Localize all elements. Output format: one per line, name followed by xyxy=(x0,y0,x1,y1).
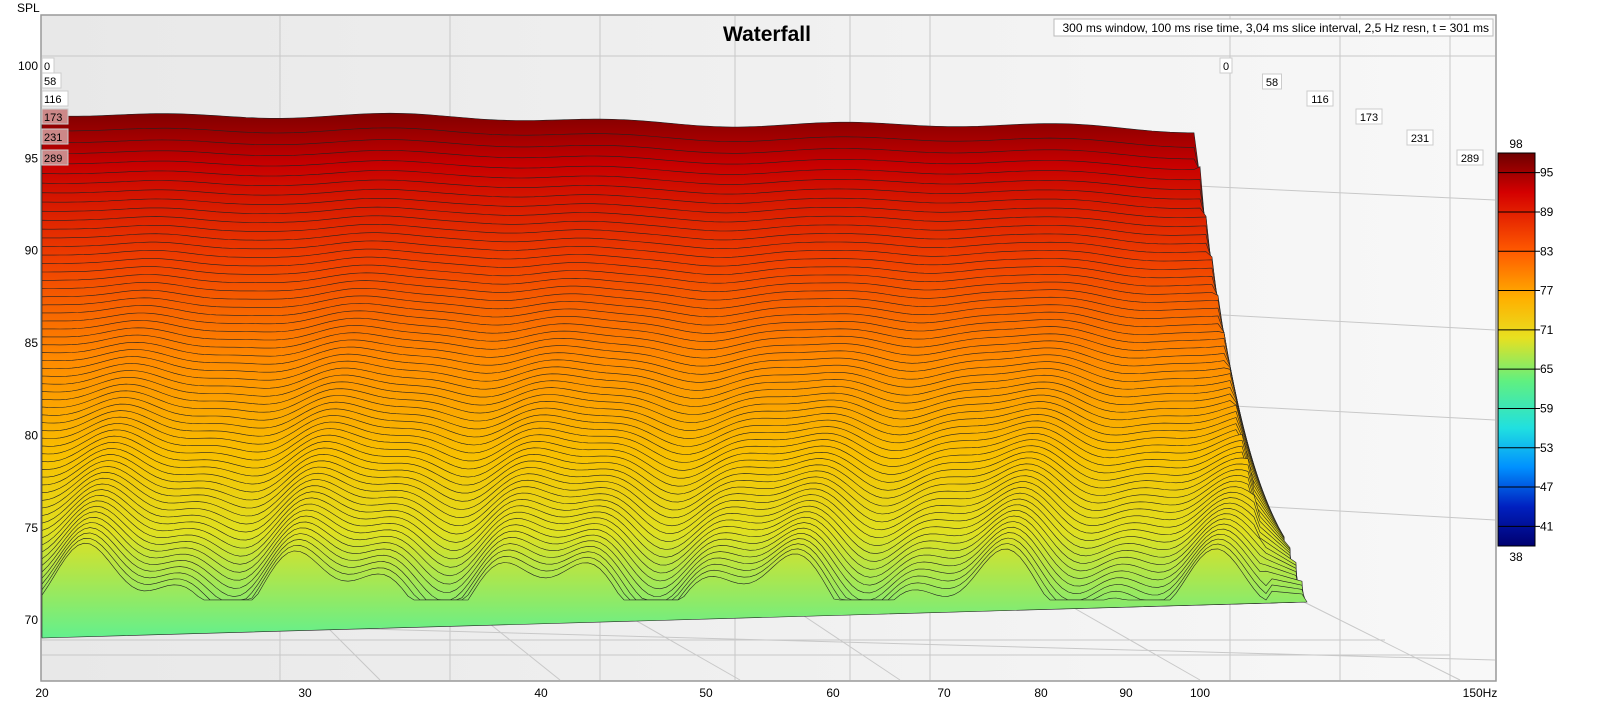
x-tick-label: 30 xyxy=(298,686,312,700)
x-tick-label: 150Hz xyxy=(1463,686,1498,700)
y-axis-ticks: 100 95 90 85 80 75 70 xyxy=(18,59,38,627)
slice-time-label-left: 58 xyxy=(44,76,56,88)
x-axis-ticks: 20 30 40 50 60 70 80 90 100 150Hz xyxy=(35,686,1497,700)
slice-time-label-right: 173 xyxy=(1360,112,1378,124)
chart-subtitle: 300 ms window, 100 ms rise time, 3,04 ms… xyxy=(1062,21,1489,35)
colorbar-tick-label: 47 xyxy=(1540,480,1554,494)
y-tick-label: 85 xyxy=(25,336,39,350)
colorbar-min: 38 xyxy=(1509,550,1523,564)
slice-time-label-right: 289 xyxy=(1461,153,1479,165)
colorbar-tick-label: 65 xyxy=(1540,362,1554,376)
y-tick-label: 80 xyxy=(25,428,39,442)
slice-time-label-right: 116 xyxy=(1311,94,1329,106)
colorbar-tick-label: 59 xyxy=(1540,401,1554,415)
slice-time-label-right: 58 xyxy=(1266,77,1278,89)
waterfall-slices xyxy=(41,112,1308,639)
x-tick-label: 90 xyxy=(1119,686,1133,700)
slice-time-label-right: 0 xyxy=(1223,61,1229,73)
y-tick-label: 95 xyxy=(25,151,39,165)
waterfall-chart: Waterfall 300 ms window, 100 ms rise tim… xyxy=(17,1,1554,700)
colorbar-max: 98 xyxy=(1509,137,1523,151)
y-tick-label: 100 xyxy=(18,59,38,73)
slice-time-label-left: 173 xyxy=(44,112,62,124)
colorbar-tick-label: 71 xyxy=(1540,323,1554,337)
x-tick-label: 100 xyxy=(1190,686,1210,700)
x-tick-label: 40 xyxy=(534,686,548,700)
x-tick-label: 20 xyxy=(35,686,49,700)
chart-title: Waterfall xyxy=(723,23,811,46)
colorbar: 98 38 95 89 83 77 71 65 59 53 47 41 xyxy=(1497,137,1554,564)
x-tick-label: 70 xyxy=(937,686,951,700)
slice-time-label-left: 0 xyxy=(44,61,50,73)
colorbar-tick-label: 89 xyxy=(1540,205,1554,219)
x-tick-label: 80 xyxy=(1034,686,1048,700)
y-tick-label: 70 xyxy=(25,613,39,627)
slice-time-label-left: 116 xyxy=(44,94,62,106)
colorbar-tick-label: 83 xyxy=(1540,244,1554,258)
colorbar-tick-label: 95 xyxy=(1540,166,1554,180)
colorbar-tick-label: 53 xyxy=(1540,441,1554,455)
y-tick-label: 75 xyxy=(25,521,39,535)
colorbar-tick-label: 41 xyxy=(1540,519,1554,533)
x-tick-label: 60 xyxy=(826,686,840,700)
colorbar-tick-label: 77 xyxy=(1540,284,1554,298)
y-tick-label: 90 xyxy=(25,244,39,258)
slice-time-label-left: 289 xyxy=(44,153,62,165)
x-tick-label: 50 xyxy=(699,686,713,700)
slice-time-label-right: 231 xyxy=(1411,133,1429,145)
y-axis-label: SPL xyxy=(17,1,40,15)
slice-time-label-left: 231 xyxy=(44,132,62,144)
